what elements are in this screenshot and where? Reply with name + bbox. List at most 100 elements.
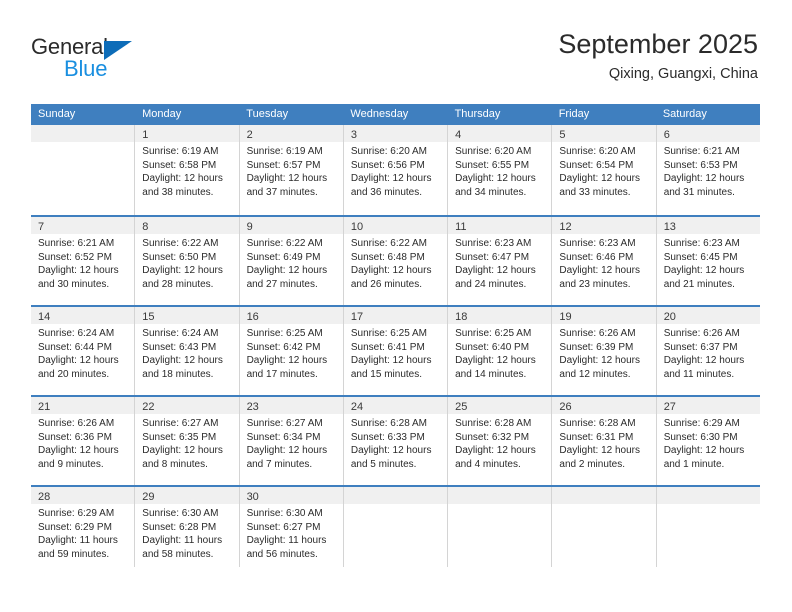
calendar-day-cell[interactable]: 30 Sunrise: 6:30 AM Sunset: 6:27 PM Dayligh… xyxy=(239,487,344,567)
calendar-day-cell[interactable]: 8 Sunrise: 6:22 AM Sunset: 6:50 PM Daylight… xyxy=(135,217,240,305)
calendar-day-cell[interactable]: 5 Sunrise: 6:20 AM Sunset: 6:54 PM Daylight… xyxy=(552,125,657,215)
sunrise-text: Sunrise: 6:30 AM xyxy=(246,508,323,519)
calendar-day-cell[interactable]: 4 Sunrise: 6:20 AM Sunset: 6:55 PM Daylight… xyxy=(448,125,553,215)
day-number-band: 17 xyxy=(343,307,448,324)
sunset-text: Sunset: 6:41 PM xyxy=(350,341,425,353)
day-details: Sunrise: 6:28 AM Sunset: 6:31 PM Daylight:… xyxy=(552,414,655,471)
calendar-day-cell[interactable]: 22 Sunrise: 6:27 AM Sunset: 6:35 PM Dayligh… xyxy=(135,397,240,485)
calendar-day-cell-empty xyxy=(343,487,449,567)
calendar-day-cell[interactable]: 18 Sunrise: 6:25 AM Sunset: 6:40 PM Dayligh… xyxy=(448,307,553,395)
day-details: Sunrise: 6:24 AM Sunset: 6:44 PM Daylight:… xyxy=(31,324,134,381)
page-header: General Blue September 2025 Qixing, Guan… xyxy=(0,0,792,104)
sunset-text: Sunset: 6:50 PM xyxy=(142,251,217,263)
calendar-day-cell[interactable]: 29 Sunrise: 6:30 AM Sunset: 6:28 PM Dayligh… xyxy=(135,487,240,567)
day-number-band: 22 xyxy=(135,397,239,414)
calendar-day-cell[interactable]: 17 Sunrise: 6:25 AM Sunset: 6:41 PM Dayligh… xyxy=(343,307,449,395)
day-details: Sunrise: 6:24 AM Sunset: 6:43 PM Daylight:… xyxy=(135,324,238,381)
day-number-band: 4 xyxy=(448,125,552,142)
calendar-day-cell[interactable]: 25 Sunrise: 6:28 AM Sunset: 6:32 PM Dayligh… xyxy=(448,397,553,485)
daylight-text: Daylight: 12 hours and 5 minutes. xyxy=(350,445,432,470)
calendar-day-cell[interactable]: 12 Sunrise: 6:23 AM Sunset: 6:46 PM Dayligh… xyxy=(552,217,657,305)
day-number-band: 3 xyxy=(343,125,448,142)
calendar-day-cell[interactable]: 7 Sunrise: 6:21 AM Sunset: 6:52 PM Daylight… xyxy=(31,217,136,305)
day-details: Sunrise: 6:22 AM Sunset: 6:48 PM Daylight:… xyxy=(344,234,447,291)
sunrise-text: Sunrise: 6:30 AM xyxy=(142,508,219,519)
calendar-day-cell[interactable]: 27 Sunrise: 6:29 AM Sunset: 6:30 PM Dayligh… xyxy=(656,397,760,485)
calendar-weeks: 1 Sunrise: 6:19 AM Sunset: 6:58 PM Daylight… xyxy=(31,125,760,567)
day-details: Sunrise: 6:25 AM Sunset: 6:40 PM Daylight:… xyxy=(448,324,551,381)
sunset-text: Sunset: 6:53 PM xyxy=(663,159,738,171)
day-details: Sunrise: 6:23 AM Sunset: 6:45 PM Daylight:… xyxy=(657,234,760,291)
calendar-day-cell[interactable]: 28 Sunrise: 6:29 AM Sunset: 6:29 PM Dayligh… xyxy=(31,487,136,567)
day-number-band: 27 xyxy=(656,397,760,414)
day-number: 3 xyxy=(350,129,357,141)
day-number: 28 xyxy=(38,491,51,503)
sunrise-text: Sunrise: 6:19 AM xyxy=(142,146,219,157)
day-number: 29 xyxy=(142,491,155,503)
day-number-band: 10 xyxy=(343,217,448,234)
calendar-day-cell[interactable]: 13 Sunrise: 6:23 AM Sunset: 6:45 PM Dayligh… xyxy=(656,217,760,305)
daylight-text: Daylight: 11 hours and 56 minutes. xyxy=(246,535,327,560)
sunrise-text: Sunrise: 6:19 AM xyxy=(246,146,323,157)
calendar-day-cell-empty xyxy=(656,487,760,567)
day-number-band: 16 xyxy=(239,307,343,324)
day-details: Sunrise: 6:22 AM Sunset: 6:49 PM Daylight:… xyxy=(240,234,343,291)
day-details: Sunrise: 6:25 AM Sunset: 6:41 PM Daylight:… xyxy=(344,324,447,381)
daylight-text: Daylight: 12 hours and 34 minutes. xyxy=(455,173,536,198)
day-number: 16 xyxy=(246,311,259,323)
day-number: 6 xyxy=(663,129,670,141)
sunrise-text: Sunrise: 6:26 AM xyxy=(38,418,115,429)
calendar-day-cell[interactable]: 21 Sunrise: 6:26 AM Sunset: 6:36 PM Dayligh… xyxy=(31,397,136,485)
calendar-grid: Sunday Monday Tuesday Wednesday Thursday… xyxy=(31,104,760,567)
calendar-day-cell[interactable]: 6 Sunrise: 6:21 AM Sunset: 6:53 PM Daylight… xyxy=(656,125,760,215)
calendar-day-cell[interactable]: 20 Sunrise: 6:26 AM Sunset: 6:37 PM Dayligh… xyxy=(656,307,760,395)
calendar-day-cell-empty xyxy=(448,487,553,567)
calendar-day-cell[interactable]: 11 Sunrise: 6:23 AM Sunset: 6:47 PM Dayligh… xyxy=(448,217,553,305)
calendar-day-cell[interactable]: 10 Sunrise: 6:22 AM Sunset: 6:48 PM Dayligh… xyxy=(343,217,449,305)
day-details: Sunrise: 6:19 AM Sunset: 6:58 PM Daylight:… xyxy=(135,142,238,199)
sunset-text: Sunset: 6:27 PM xyxy=(246,521,321,533)
sunset-text: Sunset: 6:58 PM xyxy=(142,159,217,171)
sunset-text: Sunset: 6:57 PM xyxy=(246,159,321,171)
calendar-day-cell[interactable]: 15 Sunrise: 6:24 AM Sunset: 6:43 PM Dayligh… xyxy=(135,307,240,395)
calendar-day-cell[interactable]: 1 Sunrise: 6:19 AM Sunset: 6:58 PM Daylight… xyxy=(135,125,240,215)
daylight-text: Daylight: 11 hours and 59 minutes. xyxy=(38,535,118,560)
calendar-day-cell[interactable]: 24 Sunrise: 6:28 AM Sunset: 6:33 PM Dayligh… xyxy=(343,397,449,485)
calendar-day-cell[interactable]: 2 Sunrise: 6:19 AM Sunset: 6:57 PM Daylight… xyxy=(239,125,344,215)
day-number: 13 xyxy=(663,221,676,233)
calendar-day-cell[interactable]: 23 Sunrise: 6:27 AM Sunset: 6:34 PM Dayligh… xyxy=(239,397,344,485)
day-number-band: 9 xyxy=(239,217,343,234)
day-number: 26 xyxy=(559,401,572,413)
daylight-text: Daylight: 12 hours and 21 minutes. xyxy=(663,265,745,290)
sunset-text: Sunset: 6:34 PM xyxy=(246,431,321,443)
triangle-icon xyxy=(104,41,132,60)
day-number-band: 23 xyxy=(239,397,343,414)
calendar-day-cell[interactable]: 3 Sunrise: 6:20 AM Sunset: 6:56 PM Daylight… xyxy=(343,125,449,215)
sunrise-text: Sunrise: 6:20 AM xyxy=(455,146,532,157)
day-number-band: 7 xyxy=(31,217,135,234)
day-number-band: 11 xyxy=(448,217,552,234)
sunset-text: Sunset: 6:52 PM xyxy=(38,251,112,263)
daylight-text: Daylight: 12 hours and 37 minutes. xyxy=(246,173,328,198)
day-number-band xyxy=(656,487,760,504)
day-number: 14 xyxy=(38,311,51,323)
day-details: Sunrise: 6:20 AM Sunset: 6:56 PM Daylight:… xyxy=(344,142,447,199)
sunrise-text: Sunrise: 6:21 AM xyxy=(663,146,740,157)
daylight-text: Daylight: 12 hours and 7 minutes. xyxy=(246,445,328,470)
calendar-day-cell[interactable]: 19 Sunrise: 6:26 AM Sunset: 6:39 PM Dayligh… xyxy=(552,307,657,395)
day-number-band: 21 xyxy=(31,397,135,414)
day-details: Sunrise: 6:27 AM Sunset: 6:35 PM Daylight:… xyxy=(135,414,238,471)
daylight-text: Daylight: 12 hours and 4 minutes. xyxy=(455,445,536,470)
day-details: Sunrise: 6:28 AM Sunset: 6:32 PM Daylight:… xyxy=(448,414,551,471)
calendar-day-cell[interactable]: 26 Sunrise: 6:28 AM Sunset: 6:31 PM Dayligh… xyxy=(552,397,657,485)
day-number: 25 xyxy=(455,401,468,413)
sunset-text: Sunset: 6:55 PM xyxy=(455,159,530,171)
calendar-day-cell[interactable]: 14 Sunrise: 6:24 AM Sunset: 6:44 PM Dayligh… xyxy=(31,307,136,395)
sunset-text: Sunset: 6:44 PM xyxy=(38,341,112,353)
day-details: Sunrise: 6:23 AM Sunset: 6:46 PM Daylight:… xyxy=(552,234,655,291)
day-details: Sunrise: 6:19 AM Sunset: 6:57 PM Daylight:… xyxy=(240,142,343,199)
general-blue-logo[interactable]: General Blue xyxy=(31,34,231,81)
calendar-day-cell[interactable]: 16 Sunrise: 6:25 AM Sunset: 6:42 PM Dayligh… xyxy=(239,307,344,395)
day-number-band: 12 xyxy=(552,217,656,234)
calendar-day-cell[interactable]: 9 Sunrise: 6:22 AM Sunset: 6:49 PM Daylight… xyxy=(239,217,344,305)
